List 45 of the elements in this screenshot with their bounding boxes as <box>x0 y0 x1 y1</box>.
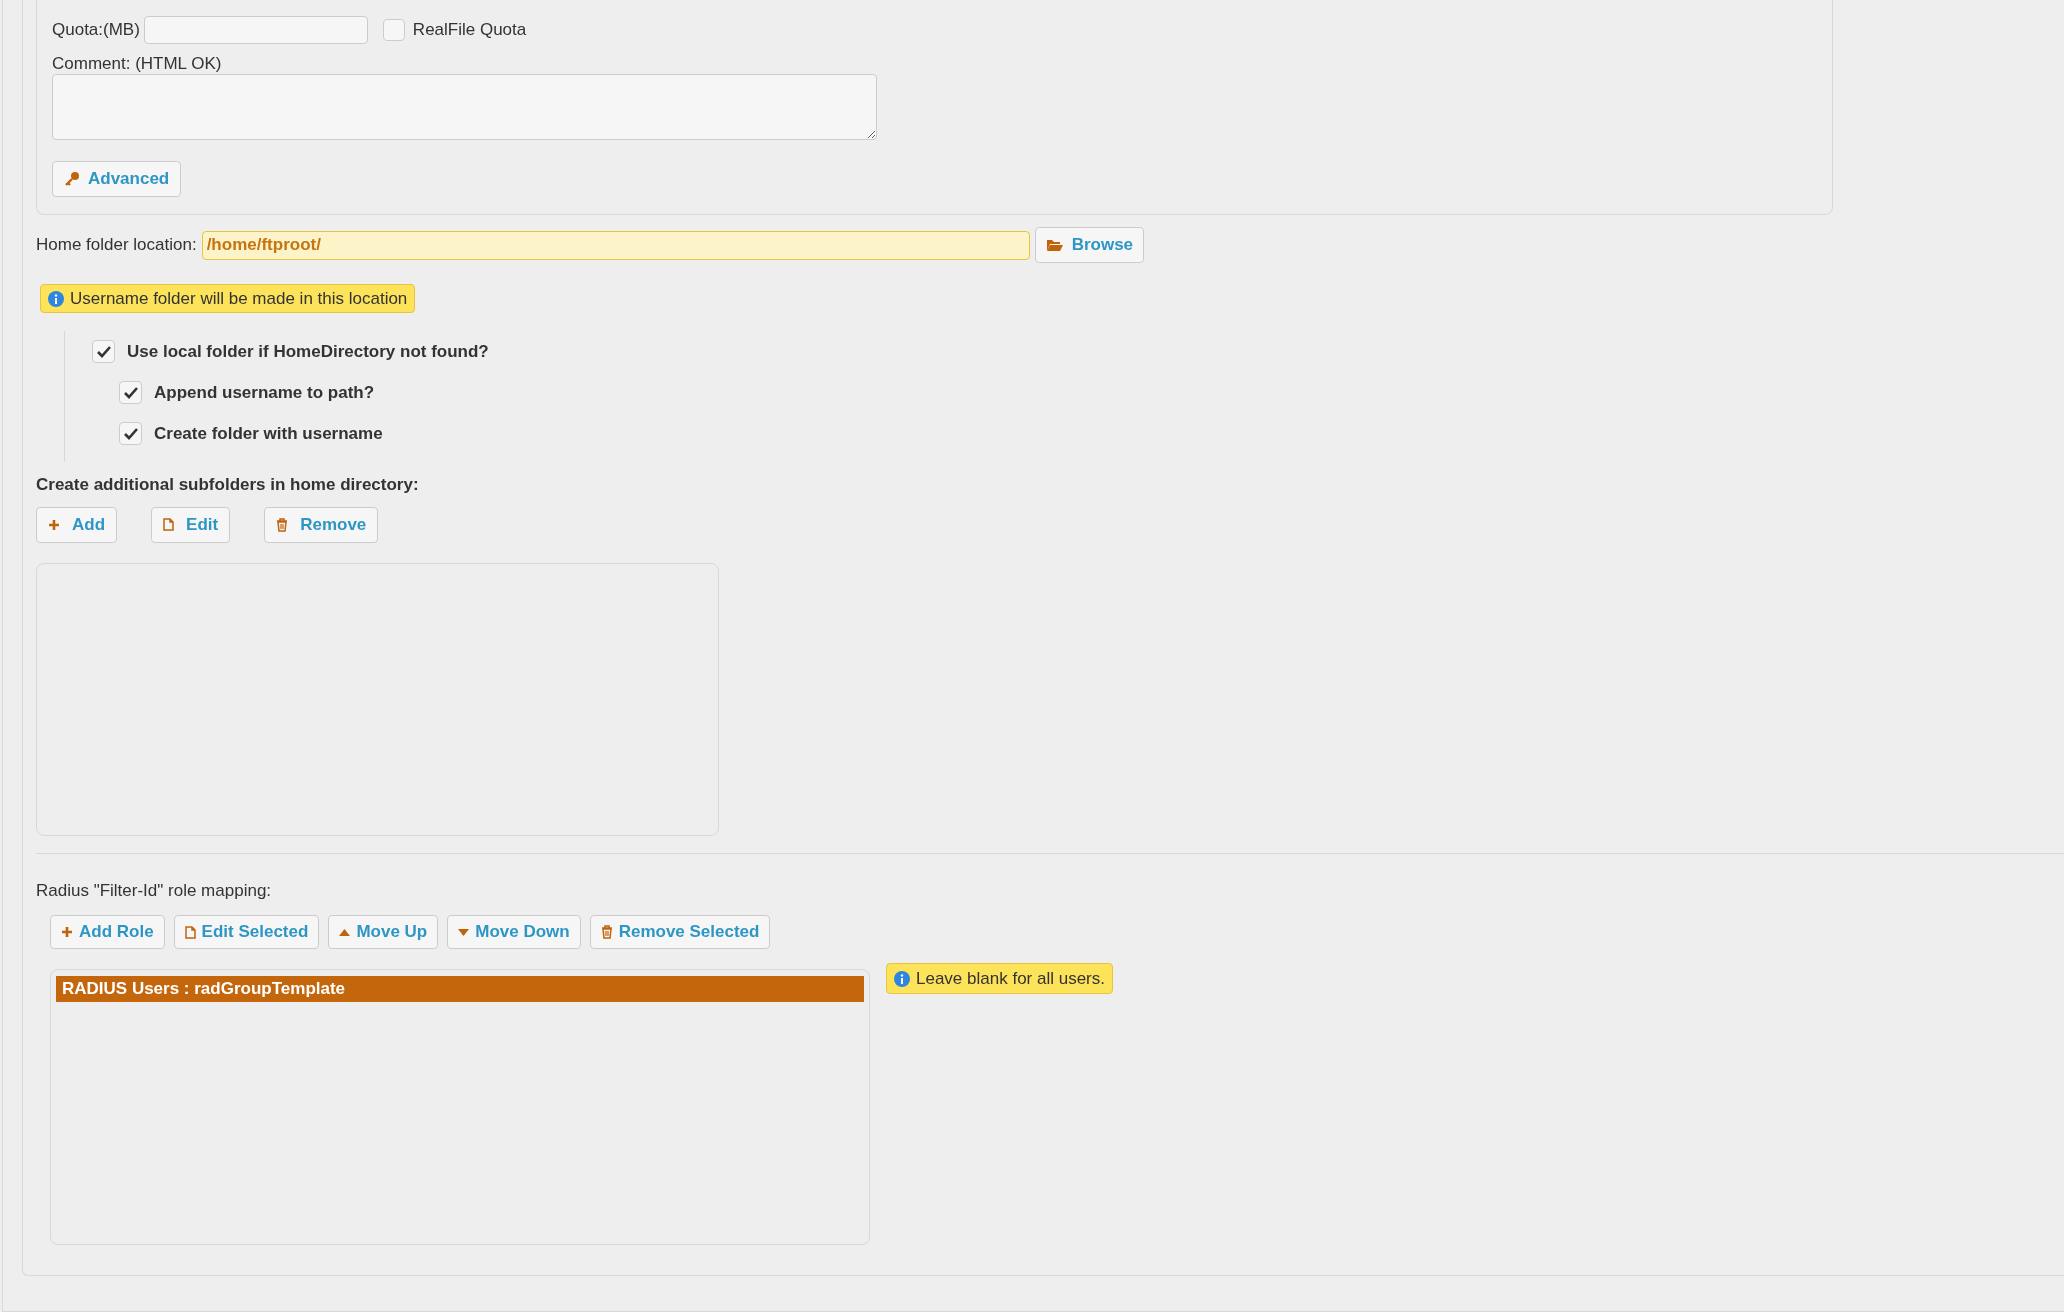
quota-field[interactable] <box>143 16 368 44</box>
info-icon <box>48 290 64 307</box>
document-icon <box>163 518 175 531</box>
checkbox[interactable] <box>92 340 115 363</box>
info-icon <box>894 970 910 987</box>
comment-field[interactable] <box>52 74 877 140</box>
list-item[interactable]: RADIUS Users : radGroupTemplate <box>56 976 864 1002</box>
role-list[interactable]: RADIUS Users : radGroupTemplate <box>50 969 870 1245</box>
check-icon <box>96 345 111 358</box>
browse-button[interactable]: Browse <box>1034 227 1145 263</box>
caret-down-icon <box>458 928 470 936</box>
quota-label: Quota:(MB) <box>52 19 140 42</box>
plus-icon <box>61 926 73 938</box>
option-label: Use local folder if HomeDirectory not found? <box>127 340 489 363</box>
comment-label: Comment: (HTML OK) <box>52 54 223 74</box>
home-folder-field[interactable]: /home/ftproot/ <box>201 230 1030 260</box>
option-label: Create folder with username <box>154 422 383 445</box>
advanced-button[interactable]: Advanced <box>52 161 182 197</box>
check-icon <box>123 427 138 440</box>
home-folder-label: Home folder location: <box>36 234 197 257</box>
up-button[interactable]: Move Up <box>328 915 439 949</box>
add-button[interactable]: Add <box>36 506 118 543</box>
edit-button[interactable]: Edit Selected <box>173 915 320 949</box>
trash-icon <box>600 925 613 939</box>
edit-button[interactable]: Edit <box>151 506 231 543</box>
remove-button[interactable]: Remove <box>264 506 379 543</box>
down-button[interactable]: Move Down <box>447 915 581 949</box>
info-note: Username folder will be made in this location <box>40 284 416 313</box>
checkbox[interactable] <box>119 381 142 404</box>
remove-button[interactable]: Remove Selected <box>589 915 771 949</box>
folder-icon <box>1045 238 1064 252</box>
info-note: Leave blank for all users. <box>886 963 1113 994</box>
section-heading: Create additional subfolders in home directory: <box>36 474 420 496</box>
role-mapping-label: Radius "Filter-Id" role mapping: <box>36 879 273 902</box>
plus-icon <box>48 518 60 531</box>
check-icon <box>123 386 138 399</box>
key-icon <box>64 171 80 187</box>
checkbox[interactable] <box>119 422 142 445</box>
checkbox[interactable] <box>382 19 405 41</box>
document-icon <box>184 925 196 939</box>
add-button[interactable]: Add Role <box>50 915 165 949</box>
realfile-quota-label: RealFile Quota <box>412 19 527 42</box>
trash-icon <box>276 517 289 532</box>
caret-up-icon <box>339 928 351 936</box>
option-label: Append username to path? <box>154 381 375 404</box>
